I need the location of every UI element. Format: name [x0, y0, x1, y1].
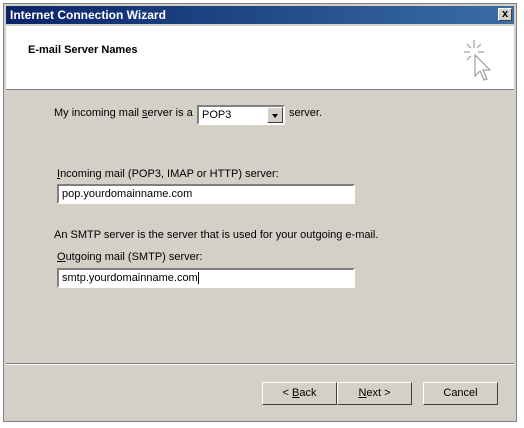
- incoming-type-label: My incoming mail server is a: [54, 107, 193, 119]
- incoming-server-value: pop.yourdomainname.com: [62, 188, 193, 200]
- outgoing-server-input[interactable]: smtp.yourdomainname.com: [57, 268, 355, 288]
- smtp-note: An SMTP server is the server that is use…: [54, 229, 379, 241]
- incoming-server-label: Incoming mail (POP3, IMAP or HTTP) serve…: [57, 168, 279, 180]
- next-button[interactable]: Next >: [337, 382, 412, 405]
- incoming-server-type-select[interactable]: POP3: [197, 105, 285, 125]
- close-button[interactable]: x: [498, 8, 512, 21]
- bottom-separator: [6, 363, 514, 365]
- back-button[interactable]: < Back: [262, 382, 337, 405]
- wizard-window: Internet Connection Wizard x E-mail Serv…: [3, 3, 517, 422]
- cancel-button[interactable]: Cancel: [423, 382, 498, 405]
- chevron-down-icon[interactable]: [267, 107, 283, 123]
- title-bar: Internet Connection Wizard x: [6, 6, 514, 24]
- incoming-server-type-value: POP3: [202, 109, 232, 121]
- text-cursor: [197, 272, 199, 285]
- incoming-server-input[interactable]: pop.yourdomainname.com: [57, 184, 355, 204]
- window-title: Internet Connection Wizard: [10, 8, 166, 22]
- incoming-type-suffix: server.: [289, 107, 323, 119]
- outgoing-server-label: Outgoing mail (SMTP) server:: [57, 251, 203, 263]
- wizard-sparkle-cursor-icon: [464, 40, 492, 81]
- page-title: E-mail Server Names: [28, 44, 138, 56]
- wizard-header: E-mail Server Names: [6, 26, 514, 90]
- outgoing-server-value: smtp.yourdomainname.com: [62, 272, 199, 285]
